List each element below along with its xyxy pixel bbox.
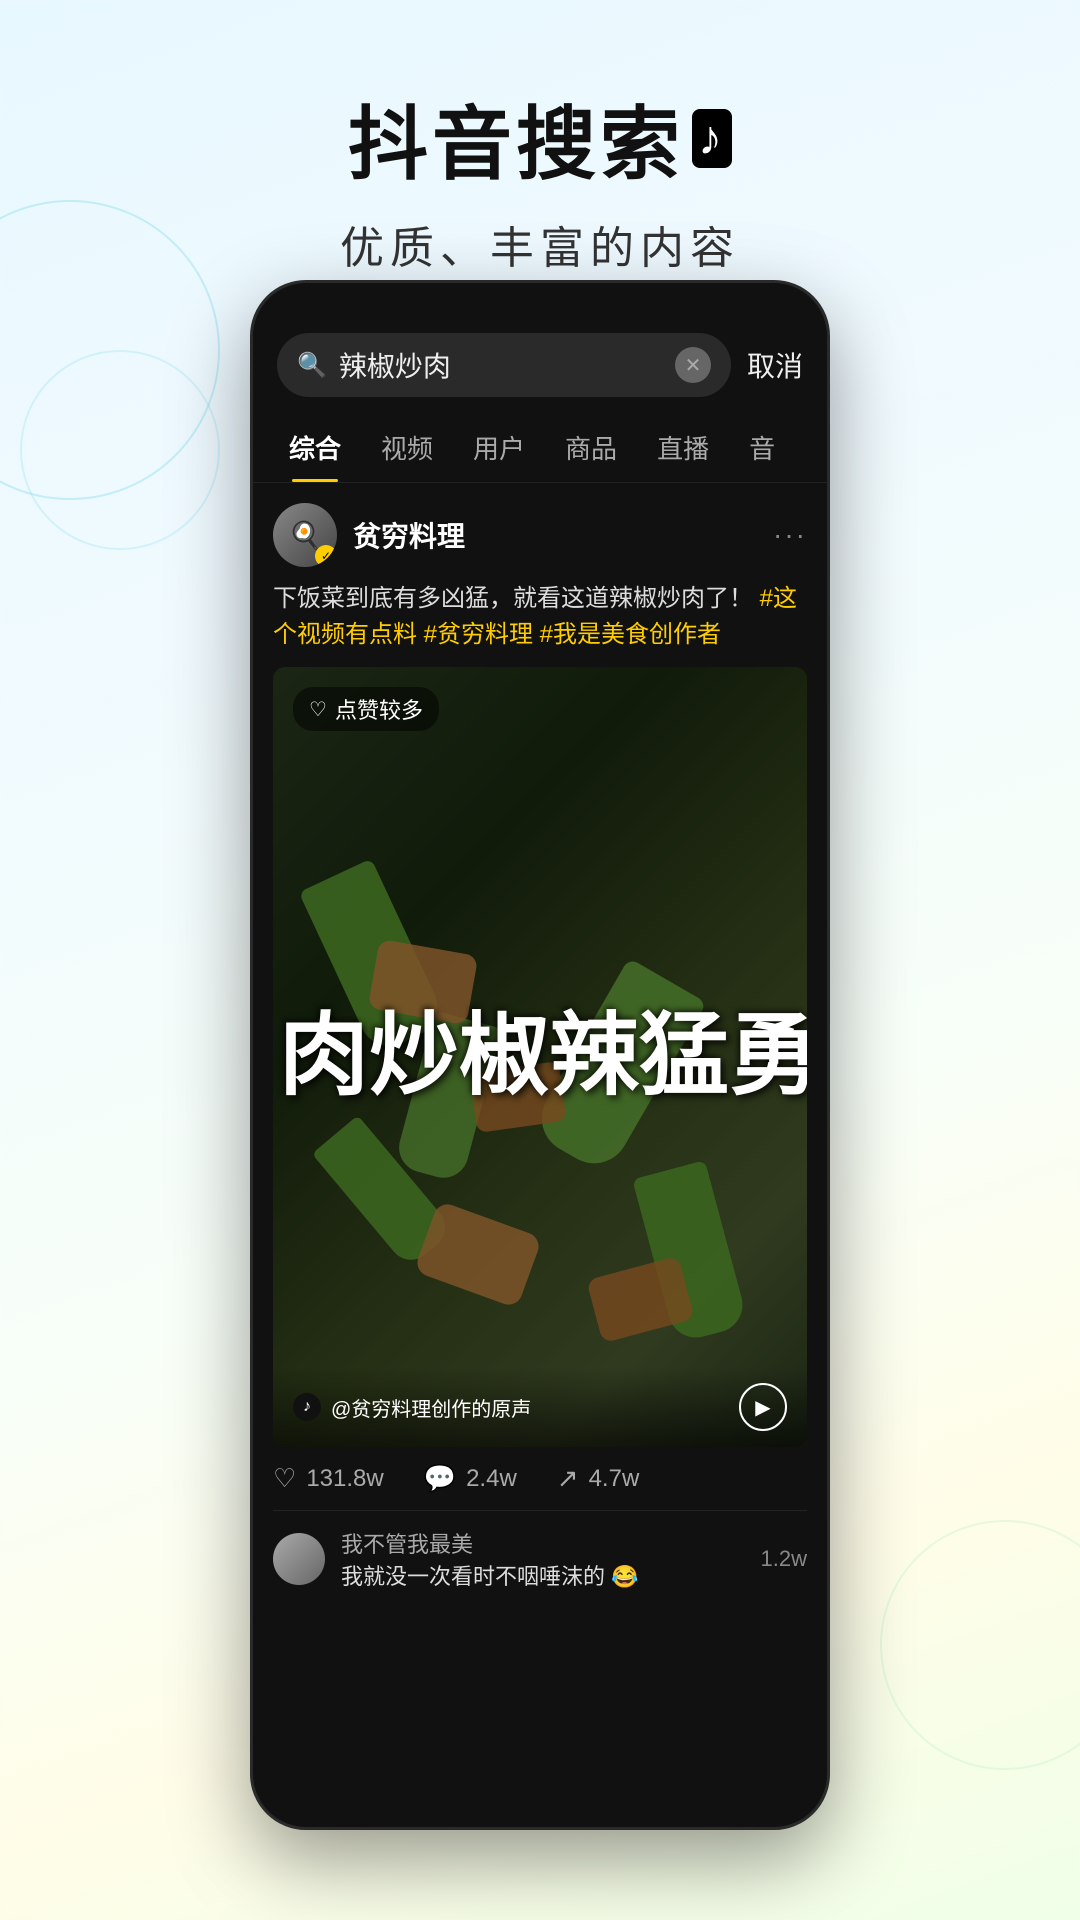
clear-search-button[interactable]: ✕: [675, 347, 711, 383]
calligraphy-overlay: 勇猛辣椒炒肉: [273, 1007, 807, 1107]
comment-likes-count: 1.2w: [761, 1546, 807, 1572]
tab-直播[interactable]: 直播: [637, 413, 729, 482]
tab-商品[interactable]: 商品: [545, 413, 637, 482]
bg-decoration-circle-3: [880, 1520, 1080, 1770]
tab-视频[interactable]: 视频: [361, 413, 453, 482]
phone-mockup: 🔍 辣椒炒肉 ✕ 取消 综合 视频 用户 商品 直播 音 🍳 ✓ 贫穷料理: [250, 280, 830, 1830]
audio-info: ♪ @贫穷料理创作的原声: [293, 1393, 531, 1422]
shares-count: 4.7w: [589, 1465, 640, 1493]
tab-综合[interactable]: 综合: [269, 413, 361, 482]
likes-count: 131.8w: [306, 1465, 383, 1493]
user-card: 🍳 ✓ 贫穷料理 ···: [273, 503, 807, 567]
content-area: 🍳 ✓ 贫穷料理 ··· 下饭菜到底有多凶猛，就看这道辣椒炒肉了！ #这个视频有…: [253, 483, 827, 1607]
comment-icon-stat: 💬: [424, 1463, 456, 1494]
comments-stat[interactable]: 💬 2.4w: [424, 1463, 517, 1494]
search-query: 辣椒炒肉: [339, 345, 663, 385]
video-thumbnail[interactable]: 勇猛辣椒炒肉 ♡ 点赞较多 ♪ @贫穷料理创作的原声 ▶: [273, 667, 807, 1447]
shares-stat[interactable]: ↗ 4.7w: [557, 1463, 640, 1494]
tab-用户[interactable]: 用户: [453, 413, 545, 482]
comment-text: 我就没一次看时不咽唾沫的 😂: [341, 1559, 745, 1591]
user-avatar: 🍳 ✓: [273, 503, 337, 567]
post-text-main: 下饭菜到底有多凶猛，就看这道辣椒炒肉了！: [273, 585, 753, 612]
audio-text: @贫穷料理创作的原声: [331, 1393, 531, 1422]
phone-screen: 🔍 辣椒炒肉 ✕ 取消 综合 视频 用户 商品 直播 音 🍳 ✓ 贫穷料理: [253, 283, 827, 1827]
cancel-button[interactable]: 取消: [747, 345, 803, 385]
comments-count: 2.4w: [466, 1465, 517, 1493]
badge-text: 点赞较多: [335, 693, 423, 725]
tiktok-logo-badge: ♪: [692, 109, 732, 168]
more-options-button[interactable]: ···: [773, 519, 807, 551]
likes-badge: ♡ 点赞较多: [293, 687, 439, 731]
post-description: 下饭菜到底有多凶猛，就看这道辣椒炒肉了！ #这个视频有点料 #贫穷料理 #我是美…: [273, 581, 807, 653]
title-text: 抖音搜索: [348, 80, 684, 196]
main-title: 抖音搜索 ♪: [0, 80, 1080, 196]
verified-badge: ✓: [315, 545, 337, 567]
commenter-avatar: [273, 1533, 325, 1585]
commenter-name: 我不管我最美: [341, 1527, 745, 1559]
stats-row: ♡ 131.8w 💬 2.4w ↗ 4.7w: [273, 1447, 807, 1511]
tabs-row: 综合 视频 用户 商品 直播 音: [253, 413, 827, 483]
tiktok-d-icon: ♪: [293, 1393, 321, 1421]
search-bar-area: 🔍 辣椒炒肉 ✕ 取消: [253, 283, 827, 413]
heart-icon-stat: ♡: [273, 1463, 296, 1494]
video-bottom-bar: ♪ @贫穷料理创作的原声 ▶: [273, 1367, 807, 1447]
heart-icon: ♡: [309, 697, 327, 722]
likes-stat[interactable]: ♡ 131.8w: [273, 1463, 384, 1494]
page-header: 抖音搜索 ♪ 优质、丰富的内容: [0, 0, 1080, 316]
share-icon-stat: ↗: [557, 1463, 579, 1494]
play-button[interactable]: ▶: [739, 1383, 787, 1431]
video-background: 勇猛辣椒炒肉: [273, 667, 807, 1447]
search-icon: 🔍: [297, 351, 327, 380]
username: 贫穷料理: [353, 515, 465, 555]
comment-content: 我不管我最美 我就没一次看时不咽唾沫的 😂: [341, 1527, 745, 1591]
search-input-box[interactable]: 🔍 辣椒炒肉 ✕: [277, 333, 731, 397]
subtitle-text: 优质、丰富的内容: [0, 212, 1080, 276]
comment-preview: 我不管我最美 我就没一次看时不咽唾沫的 😂 1.2w: [273, 1511, 807, 1607]
bg-decoration-circle-2: [20, 350, 220, 550]
tab-音乐[interactable]: 音: [729, 413, 795, 482]
